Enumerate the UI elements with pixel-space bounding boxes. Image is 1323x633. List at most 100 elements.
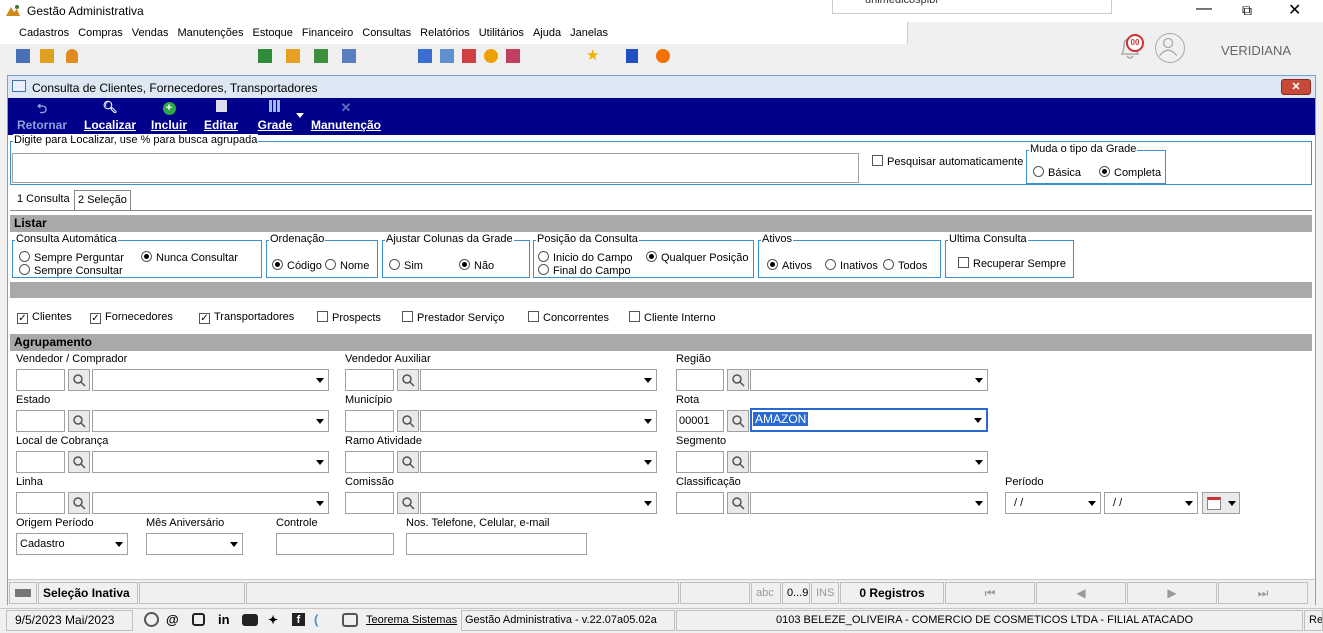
menu-item-financeiro[interactable]: Financeiro	[302, 27, 353, 39]
grade-dropdown-icon[interactable]	[296, 113, 304, 118]
user-icon[interactable]	[66, 49, 78, 63]
periodo-calendar-button[interactable]	[1202, 492, 1240, 514]
calc-icon[interactable]	[418, 49, 432, 63]
money-icon[interactable]	[314, 49, 328, 63]
tools-icon[interactable]	[40, 49, 54, 63]
regiao-code-input[interactable]	[676, 369, 724, 391]
rota-search-button[interactable]	[727, 410, 749, 432]
menu-item-vendas[interactable]: Vendas	[132, 27, 169, 39]
radio-nao[interactable]: Não	[459, 259, 494, 272]
radio-nome[interactable]: Nome	[325, 259, 369, 272]
minimize-button[interactable]: —	[1196, 0, 1212, 18]
linha-search-button[interactable]	[68, 492, 90, 514]
recuperar-sempre-checkbox[interactable]: Recuperar Sempre	[958, 257, 1066, 270]
manutencao-button[interactable]: ✕ Manutenção	[310, 100, 382, 132]
book-icon[interactable]	[506, 49, 520, 63]
vendedor-aux-select[interactable]	[420, 369, 657, 391]
radio-basica[interactable]: Básica	[1033, 166, 1081, 179]
municipio-select[interactable]	[420, 410, 657, 432]
checkbox-transportadores[interactable]: ✓ Transportadores	[199, 311, 294, 324]
prev-record-button[interactable]: ◀	[1036, 582, 1126, 604]
classificacao-search-button[interactable]	[727, 492, 749, 514]
localizar-button[interactable]: 🔍︎ Localizar	[82, 100, 138, 132]
estado-select[interactable]	[92, 410, 329, 432]
checkbox-prestador-servico[interactable]: Prestador Serviço	[402, 311, 504, 324]
calendar-icon[interactable]	[462, 49, 476, 63]
rota-select[interactable]: AMAZON	[750, 408, 988, 432]
comissao-search-button[interactable]	[397, 492, 419, 514]
vendedor-aux-code-input[interactable]	[345, 369, 394, 391]
report-icon[interactable]	[342, 49, 356, 63]
first-record-button[interactable]: ⏮	[945, 582, 1035, 604]
menu-item-relatorios[interactable]: Relatórios	[420, 27, 470, 39]
radio-qualquer-posicao[interactable]: Qualquer Posição	[646, 251, 748, 264]
periodo-de-date[interactable]: / /	[1005, 492, 1101, 514]
bell-icon[interactable]: 00	[1116, 34, 1144, 62]
checkbox-prospects[interactable]: Prospects	[317, 311, 381, 324]
doc-icon[interactable]	[440, 49, 454, 63]
twitter-icon[interactable]: ✦	[268, 610, 278, 630]
menu-item-manutencoes[interactable]: Manutenções	[177, 27, 243, 39]
periodo-ate-date[interactable]: / /	[1104, 492, 1198, 514]
linkedin-icon[interactable]: in	[218, 610, 230, 630]
menu-item-utilitarios[interactable]: Utilitários	[479, 27, 524, 39]
restore-button[interactable]: ⧉	[1242, 2, 1252, 19]
vendedor-select[interactable]	[92, 369, 329, 391]
local-cobranca-select[interactable]	[92, 451, 329, 473]
radio-inicio-campo[interactable]: Inicio do Campo	[538, 251, 633, 264]
classificacao-select[interactable]	[750, 492, 988, 514]
comissao-select[interactable]	[420, 492, 657, 514]
clock-icon[interactable]	[484, 49, 498, 63]
youtube-icon[interactable]	[242, 614, 258, 626]
grade-button[interactable]: Grade	[250, 100, 300, 132]
radio-ativos[interactable]: Ativos	[767, 259, 812, 272]
classificacao-code-input[interactable]	[676, 492, 724, 514]
retornar-button[interactable]: ⮌ Retornar	[14, 100, 70, 132]
nos-telefone-input[interactable]	[406, 533, 587, 555]
linha-select[interactable]	[92, 492, 329, 514]
ramo-search-button[interactable]	[397, 451, 419, 473]
vendedor-code-input[interactable]	[16, 369, 65, 391]
close-app-button[interactable]: ✕	[1288, 0, 1301, 20]
email-icon[interactable]: @	[166, 610, 179, 630]
ramo-select[interactable]	[420, 451, 657, 473]
vendedor-aux-search-button[interactable]	[397, 369, 419, 391]
checkbox-clientes[interactable]: ✓ Clientes	[17, 311, 72, 324]
regiao-select[interactable]	[750, 369, 988, 391]
instagram-icon[interactable]	[192, 613, 205, 626]
radio-sim[interactable]: Sim	[389, 259, 423, 272]
cart-icon[interactable]	[258, 49, 272, 63]
menu-item-janelas[interactable]: Janelas	[570, 27, 608, 39]
search-input[interactable]	[12, 153, 859, 183]
comissao-code-input[interactable]	[345, 492, 394, 514]
user-avatar-icon[interactable]	[1155, 33, 1185, 63]
radio-completa[interactable]: Completa	[1099, 166, 1161, 179]
menu-item-consultas[interactable]: Consultas	[362, 27, 411, 39]
local-cobranca-search-button[interactable]	[68, 451, 90, 473]
facebook-icon[interactable]: f	[292, 613, 305, 626]
teamviewer-icon[interactable]	[144, 612, 159, 627]
radio-sempre-consultar[interactable]: Sempre Consultar	[19, 264, 123, 277]
radio-todos[interactable]: Todos	[883, 259, 927, 272]
estado-search-button[interactable]	[68, 410, 90, 432]
tab-selecao[interactable]: 2 Seleção	[74, 190, 131, 211]
radio-final-campo[interactable]: Final do Campo	[538, 264, 631, 277]
next-record-button[interactable]: ▶	[1127, 582, 1217, 604]
radio-inativos[interactable]: Inativos	[825, 259, 878, 272]
estado-code-input[interactable]	[16, 410, 65, 432]
vendedor-search-button[interactable]	[68, 369, 90, 391]
tab-consulta[interactable]: 1 Consulta	[15, 192, 72, 210]
rota-code-input[interactable]: 00001	[676, 410, 724, 432]
origem-select[interactable]: Cadastro	[16, 533, 128, 555]
power-icon[interactable]	[656, 49, 670, 63]
auto-search-checkbox[interactable]: Pesquisar automaticamente	[872, 155, 1023, 168]
menu-item-cadastros[interactable]: Cadastros	[19, 27, 69, 39]
editar-button[interactable]: Editar	[200, 100, 242, 132]
incluir-button[interactable]: + Incluir	[148, 100, 190, 132]
mes-aniversario-select[interactable]	[146, 533, 243, 555]
star-icon[interactable]: ★	[586, 46, 599, 64]
notification-popup[interactable]: unimedicospibr	[832, 0, 1112, 14]
radio-nunca-consultar[interactable]: Nunca Consultar	[141, 251, 238, 264]
ramo-code-input[interactable]	[345, 451, 394, 473]
cadastro-icon[interactable]	[16, 49, 30, 63]
